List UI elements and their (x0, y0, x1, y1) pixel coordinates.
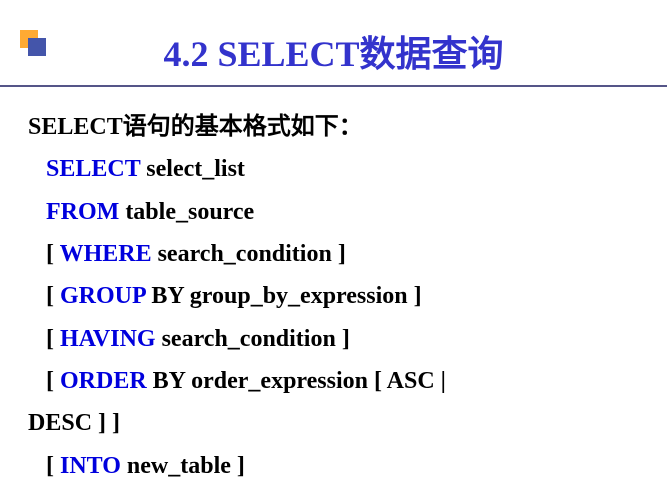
keyword-from: FROM (46, 199, 119, 225)
select-clause: SELECT select_list (28, 149, 667, 189)
keyword-where: WHERE (60, 241, 152, 267)
where-clause: [ WHERE search_condition ] (28, 234, 667, 274)
slide-content: SELECT语句的基本格式如下： SELECT select_list FROM… (0, 87, 667, 486)
where-pre: [ (46, 241, 60, 267)
from-clause: FROM table_source (28, 192, 667, 232)
having-clause: [ HAVING search_condition ] (28, 319, 667, 359)
into-rest: new_table ] (121, 453, 245, 479)
select-rest: select_list (140, 156, 245, 182)
slide-title: 4.2 SELECT数据查询 (0, 0, 667, 77)
group-pre: [ (46, 283, 60, 309)
into-pre: [ (46, 453, 60, 479)
order-rest: BY order_expression [ ASC | (147, 368, 446, 394)
where-rest: search_condition ] (152, 241, 346, 267)
order-continuation: DESC ] ] (28, 403, 667, 443)
order-clause: [ ORDER BY order_expression [ ASC | (28, 361, 667, 401)
having-pre: [ (46, 326, 60, 352)
group-clause: [ GROUP BY group_by_expression ] (28, 276, 667, 316)
keyword-having: HAVING (60, 326, 156, 352)
keyword-order: ORDER (60, 368, 147, 394)
from-rest: table_source (119, 199, 254, 225)
having-rest: search_condition ] (156, 326, 350, 352)
group-rest: BY group_by_expression ] (145, 283, 421, 309)
order-pre: [ (46, 368, 60, 394)
intro-text: SELECT语句的基本格式如下： (28, 107, 667, 147)
keyword-into: INTO (60, 453, 121, 479)
slide-logo (20, 30, 48, 58)
into-clause: [ INTO new_table ] (28, 446, 667, 486)
logo-square-blue (28, 38, 46, 56)
keyword-select: SELECT (46, 156, 140, 182)
keyword-group: GROUP (60, 283, 145, 309)
